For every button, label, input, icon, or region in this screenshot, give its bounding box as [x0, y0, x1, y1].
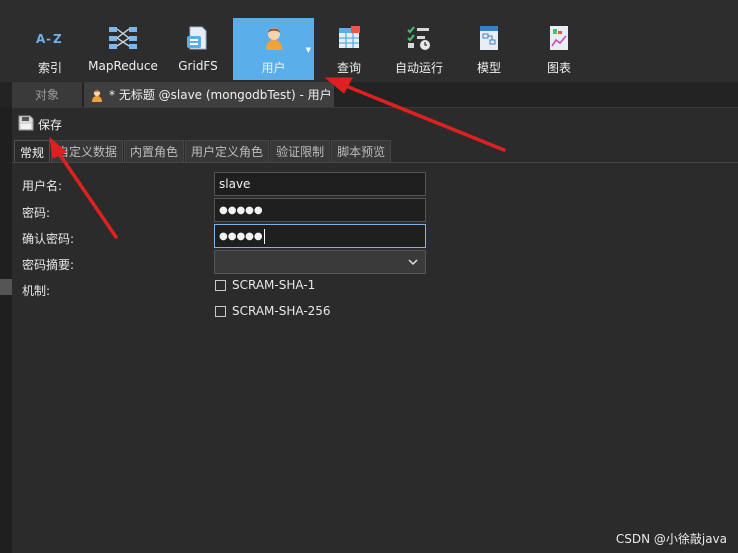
- confirm-password-value: ●●●●●: [219, 230, 263, 242]
- scram-sha-1-option[interactable]: SCRAM-SHA-1: [215, 278, 315, 292]
- chart-icon: [543, 23, 575, 53]
- gridfs-icon: [182, 23, 214, 53]
- tab-custom-data[interactable]: 自定义数据: [51, 140, 124, 162]
- toolbar-user-button[interactable]: 用户 ▼: [233, 18, 314, 80]
- left-collapsed-panel: [0, 107, 12, 553]
- toolbar-gridfs-button[interactable]: GridFS: [170, 18, 226, 80]
- tab-general[interactable]: 常规: [14, 140, 51, 163]
- username-field[interactable]: slave: [214, 172, 426, 196]
- toolbar: A-Z 索引 MapReduce GridFS 用户 ▼ 查询 自动运行 模型 …: [0, 0, 738, 82]
- mapreduce-icon: [107, 23, 139, 53]
- toolbar-model-label: 模型: [476, 61, 501, 75]
- model-icon: [473, 23, 505, 53]
- panel-splitter-handle[interactable]: [0, 279, 12, 295]
- toolbar-model-button[interactable]: 模型: [462, 18, 516, 80]
- toolbar-query-label: 查询: [336, 61, 361, 75]
- document-tab-bar: 对象 * 无标题 @slave (mongodbTest) - 用户: [0, 82, 738, 108]
- dropdown-caret-icon[interactable]: ▼: [306, 46, 311, 54]
- tab-objects[interactable]: 对象: [12, 82, 82, 107]
- save-disk-icon: [18, 115, 34, 134]
- mechanism-label: 机制:: [22, 284, 51, 298]
- toolbar-gridfs-label: GridFS: [178, 59, 218, 73]
- toolbar-index-button[interactable]: A-Z 索引: [22, 18, 78, 80]
- save-button[interactable]: 保存: [12, 110, 62, 138]
- toolbar-user-label: 用户: [261, 61, 286, 75]
- username-label: 用户名:: [22, 179, 63, 193]
- password-label: 密码:: [22, 206, 51, 220]
- toolbar-mapreduce-button[interactable]: MapReduce: [86, 18, 160, 80]
- auto-run-icon: [403, 23, 435, 53]
- scram-sha-1-checkbox[interactable]: [215, 279, 226, 291]
- username-value: slave: [219, 177, 251, 191]
- annotation-arrow-to-save-button: [56, 150, 118, 239]
- scram-sha-256-label: SCRAM-SHA-256: [232, 304, 331, 318]
- save-label: 保存: [38, 117, 63, 132]
- password-digest-label: 密码摘要:: [22, 258, 75, 272]
- user-tab-icon: [90, 88, 104, 102]
- tab-builtin-roles[interactable]: 内置角色: [124, 140, 185, 162]
- user-icon: [258, 23, 290, 53]
- query-icon: [333, 23, 365, 53]
- az-index-icon: A-Z: [34, 23, 66, 53]
- toolbar-chart-button[interactable]: 图表: [532, 18, 586, 80]
- toolbar-autorun-label: 自动运行: [394, 61, 443, 75]
- subtab-divider: [12, 162, 738, 163]
- svg-text:A: A: [36, 32, 46, 46]
- tab-untitled-user[interactable]: * 无标题 @slave (mongodbTest) - 用户: [84, 82, 334, 107]
- tab-script-preview[interactable]: 脚本预览: [331, 140, 392, 162]
- password-field[interactable]: ●●●●●: [214, 198, 426, 222]
- watermark: CSDN @小徐敲java: [615, 532, 727, 546]
- tab-title: * 无标题 @slave (mongodbTest) - 用户: [109, 88, 332, 102]
- confirm-password-label: 确认密码:: [22, 232, 75, 246]
- toolbar-index-label: 索引: [37, 61, 62, 75]
- scram-sha-256-option[interactable]: SCRAM-SHA-256: [215, 304, 331, 318]
- scram-sha-256-checkbox[interactable]: [215, 305, 226, 317]
- tab-user-defined-roles[interactable]: 用户定义角色: [185, 140, 270, 162]
- toolbar-mapreduce-label: MapReduce: [88, 59, 158, 73]
- tab-auth-restrictions[interactable]: 验证限制: [270, 140, 331, 162]
- scram-sha-1-label: SCRAM-SHA-1: [232, 278, 316, 292]
- svg-text:-: -: [46, 32, 51, 46]
- password-value: ●●●●●: [219, 204, 263, 216]
- chevron-down-icon: [407, 256, 419, 268]
- confirm-password-field[interactable]: ●●●●●: [214, 224, 426, 248]
- svg-text:Z: Z: [53, 32, 62, 46]
- password-digest-select[interactable]: [214, 250, 426, 274]
- toolbar-query-button[interactable]: 查询: [322, 18, 376, 80]
- editor-subtabs: 常规 自定义数据 内置角色 用户定义角色 验证限制 脚本预览: [14, 140, 392, 163]
- text-cursor: [263, 228, 265, 244]
- toolbar-autorun-button[interactable]: 自动运行: [388, 18, 450, 80]
- toolbar-chart-label: 图表: [546, 61, 571, 75]
